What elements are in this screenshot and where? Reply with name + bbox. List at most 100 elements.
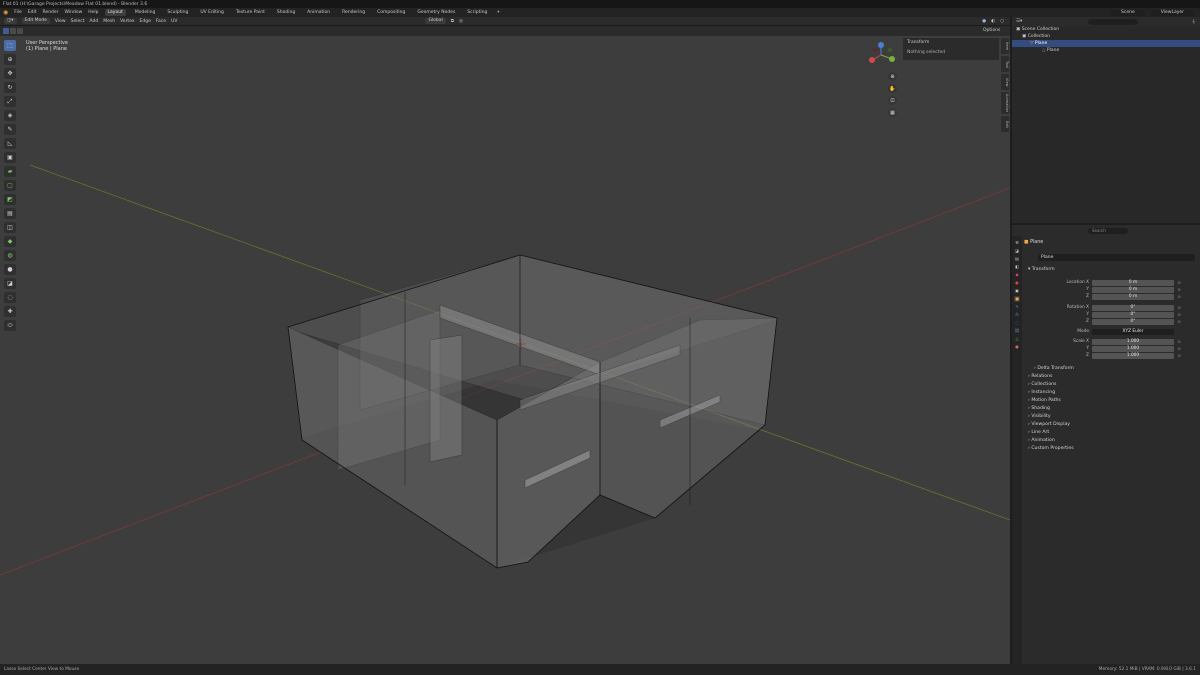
transform-header[interactable]: Transform — [907, 40, 995, 45]
menu-select[interactable]: Select — [71, 19, 85, 24]
tab-compositing[interactable]: Compositing — [374, 9, 408, 16]
scene-selector[interactable]: Scene — [1111, 9, 1145, 16]
orientation-selector[interactable]: Global — [425, 18, 446, 24]
3d-viewport[interactable] — [0, 36, 1010, 664]
zoom-icon[interactable]: ⊕ — [888, 72, 897, 81]
scale-z-field[interactable]: 1.000 — [1092, 352, 1174, 359]
outliner-search-input[interactable] — [1088, 18, 1139, 25]
shading-solid-icon[interactable]: ● — [982, 19, 986, 24]
select-box-icon[interactable]: ⬚ — [4, 40, 16, 51]
tab-animation[interactable]: Animation — [1001, 92, 1009, 114]
add-workspace-icon[interactable]: + — [496, 10, 500, 15]
lock-icon[interactable]: ⊙ — [1174, 346, 1184, 351]
menu-face[interactable]: Face — [156, 19, 166, 24]
tab-scripting[interactable]: Scripting — [464, 9, 490, 16]
transform-icon[interactable]: ◈ — [4, 110, 16, 121]
inset-icon[interactable]: ▢ — [4, 180, 16, 191]
annotate-icon[interactable]: ✎ — [4, 124, 16, 135]
material-tab-icon[interactable]: ● — [1014, 344, 1020, 350]
scene-canvas[interactable] — [0, 36, 1010, 664]
shading-material-icon[interactable]: ◐ — [991, 19, 995, 24]
lock-icon[interactable]: ⊙ — [1174, 312, 1184, 317]
lock-icon[interactable]: ⊙ — [1174, 339, 1184, 344]
tab-view[interactable]: View — [1001, 74, 1009, 90]
section-relations[interactable]: › Relations — [1024, 373, 1196, 381]
lock-icon[interactable]: ⊙ — [1174, 287, 1184, 292]
menu-edge[interactable]: Edge — [140, 19, 151, 24]
grid-icon[interactable]: ▦ — [888, 108, 897, 117]
lock-icon[interactable]: ⊙ — [1174, 280, 1184, 285]
tab-item[interactable]: Item — [1001, 38, 1009, 54]
transform-section-header[interactable]: ▾ Transform — [1024, 266, 1196, 274]
lock-icon[interactable]: ⊙ — [1174, 353, 1184, 358]
object-tab-icon[interactable]: ■ — [1014, 296, 1020, 302]
menu-edit[interactable]: Edit — [28, 10, 37, 15]
rotation-x-field[interactable]: 0° — [1092, 304, 1174, 311]
tab-tool[interactable]: Tool — [1001, 56, 1009, 72]
tab-texture-paint[interactable]: Texture Paint — [233, 9, 268, 16]
shear-icon[interactable]: ✚ — [4, 306, 16, 317]
menu-mesh[interactable]: Mesh — [103, 19, 115, 24]
tab-animation[interactable]: Animation — [304, 9, 333, 16]
move-icon[interactable]: ✥ — [4, 68, 16, 79]
outliner-row-plane[interactable]: ▽ Plane — [1012, 40, 1200, 47]
outliner-type-icon[interactable]: ☰▾ — [1016, 19, 1022, 24]
world-tab-icon[interactable]: ● — [1014, 280, 1020, 286]
object-name-field[interactable]: Plane — [1038, 254, 1195, 261]
loop-cut-icon[interactable]: ▤ — [4, 208, 16, 219]
section-custom-properties[interactable]: › Custom Properties — [1024, 445, 1196, 453]
cursor-icon[interactable]: ⊕ — [4, 54, 16, 65]
data-tab-icon[interactable]: △ — [1014, 336, 1020, 342]
bevel-icon[interactable]: ◩ — [4, 194, 16, 205]
editor-type-icon[interactable]: ◫▾ — [4, 18, 17, 24]
section-collections[interactable]: › Collections — [1024, 381, 1196, 389]
camera-icon[interactable]: ⎚ — [888, 96, 897, 105]
menu-help[interactable]: Help — [88, 10, 98, 15]
menu-uv[interactable]: UV — [171, 19, 177, 24]
lock-icon[interactable]: ⊙ — [1174, 294, 1184, 299]
menu-add[interactable]: Add — [90, 19, 99, 24]
section-animation[interactable]: › Animation — [1024, 437, 1196, 445]
scale-y-field[interactable]: 1.000 — [1092, 345, 1174, 352]
section-motion-paths[interactable]: › Motion Paths — [1024, 397, 1196, 405]
rip-icon[interactable]: ⬭ — [4, 320, 16, 331]
outliner-row-collection[interactable]: ▣ Collection — [1012, 33, 1200, 40]
scale-x-field[interactable]: 1.000 — [1092, 338, 1174, 345]
rotate-icon[interactable]: ↻ — [4, 82, 16, 93]
tab-geometry-nodes[interactable]: Geometry Nodes — [414, 9, 458, 16]
location-z-field[interactable]: 0 m — [1092, 293, 1174, 300]
smooth-icon[interactable]: ● — [4, 264, 16, 275]
add-cube-icon[interactable]: ▣ — [4, 152, 16, 163]
menu-file[interactable]: File — [14, 10, 22, 15]
tab-edit[interactable]: Edit — [1001, 116, 1009, 132]
menu-view[interactable]: View — [55, 19, 66, 24]
lock-icon[interactable]: ⊙ — [1174, 319, 1184, 324]
poly-build-icon[interactable]: ◆ — [4, 236, 16, 247]
tab-rendering[interactable]: Rendering — [339, 9, 368, 16]
tab-shading[interactable]: Shading — [274, 9, 298, 16]
edge-select-icon[interactable] — [10, 28, 16, 34]
constraints-tab-icon[interactable]: ⛓ — [1014, 328, 1020, 334]
vertex-select-icon[interactable] — [3, 28, 9, 34]
blender-logo-icon[interactable]: ◉ — [3, 9, 8, 16]
scale-icon[interactable]: ⤢ — [4, 96, 16, 107]
view-layer-tab-icon[interactable]: ◧ — [1014, 264, 1020, 270]
collection-tab-icon[interactable]: ▣ — [1014, 288, 1020, 294]
menu-window[interactable]: Window — [65, 10, 83, 15]
outliner-row-scene-collection[interactable]: ▣ Scene Collection — [1012, 26, 1200, 33]
pan-hand-icon[interactable]: ✋ — [888, 84, 897, 93]
menu-render[interactable]: Render — [43, 10, 59, 15]
section-viewport-display[interactable]: › Viewport Display — [1024, 421, 1196, 429]
lock-icon[interactable]: ⊙ — [1174, 305, 1184, 310]
knife-icon[interactable]: ◫ — [4, 222, 16, 233]
measure-icon[interactable]: ◺ — [4, 138, 16, 149]
section-visibility[interactable]: › Visibility — [1024, 413, 1196, 421]
physics-tab-icon[interactable]: ◌ — [1014, 320, 1020, 326]
snap-icon[interactable]: ⧉ — [451, 18, 454, 24]
rotation-mode-dropdown[interactable]: XYZ Euler — [1092, 328, 1174, 335]
view-layer-selector[interactable]: ViewLayer — [1150, 9, 1194, 16]
render-tab-icon[interactable]: ◪ — [1014, 248, 1020, 254]
location-y-field[interactable]: 0 m — [1092, 286, 1174, 293]
mode-selector[interactable]: Edit Mode — [21, 18, 50, 24]
tab-sculpting[interactable]: Sculpting — [164, 9, 191, 16]
